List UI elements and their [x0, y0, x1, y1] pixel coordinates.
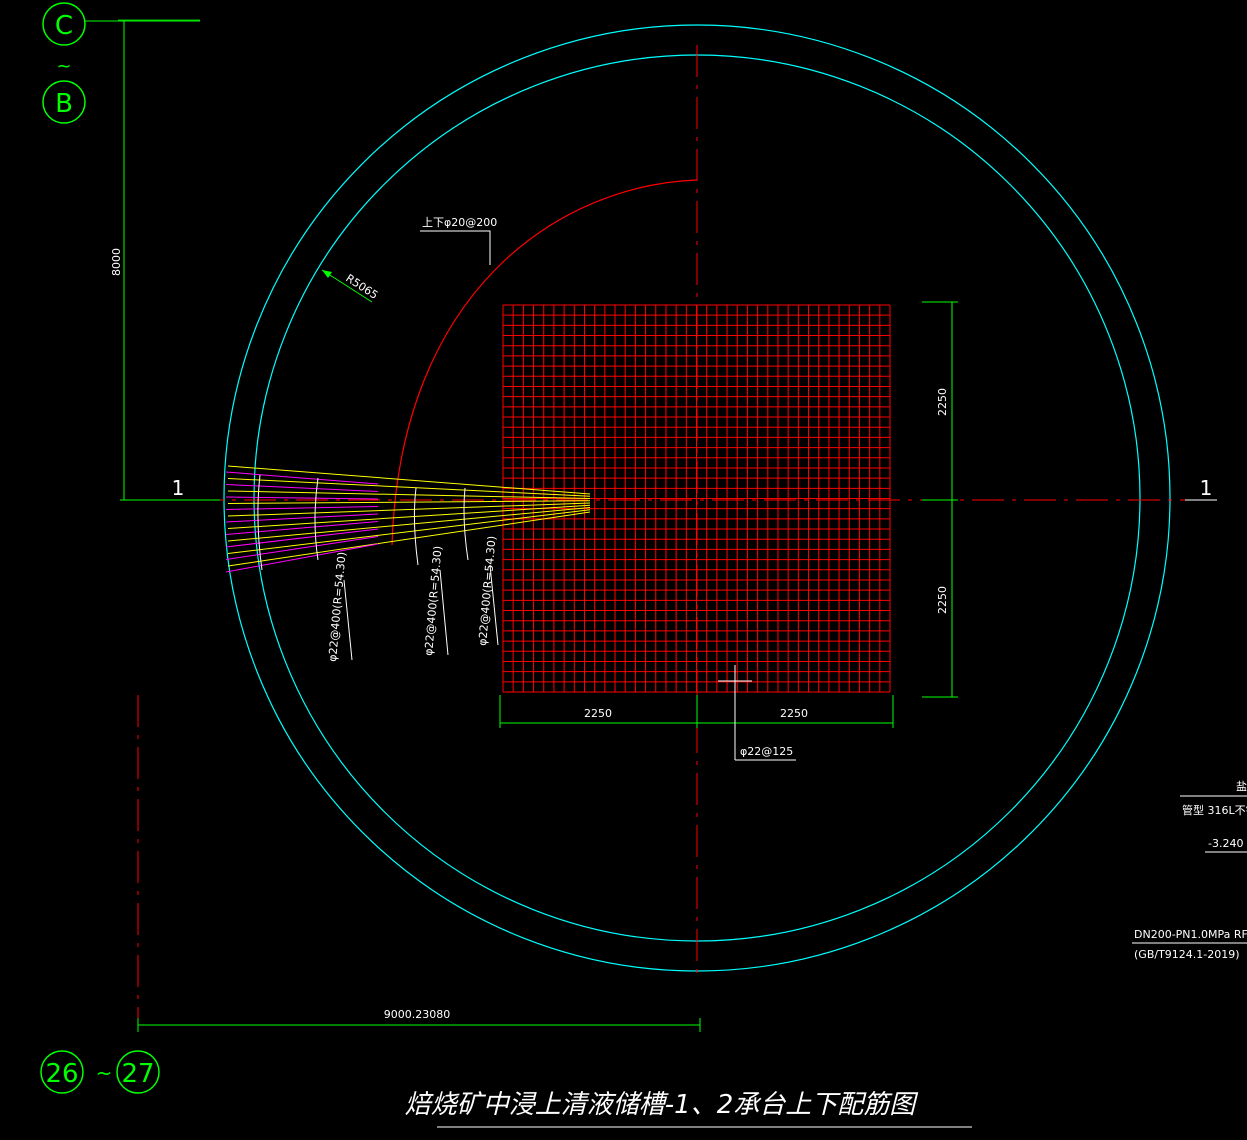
section-mark-right: 1 [1185, 476, 1217, 501]
axis-label-27: 27 [121, 1059, 154, 1089]
dim-label-right-upper: 2250 [936, 388, 949, 416]
axis-bubble-27: 27 [116, 1050, 160, 1094]
section-label-right: 1 [1200, 476, 1213, 500]
radial-label-3: φ22@400(R=54.30) [476, 535, 499, 646]
dim-label-bottom-main: 9000.23080 [384, 1008, 450, 1021]
radial-bar-short [225, 506, 379, 510]
radial-bar-long [227, 502, 591, 517]
radial-label-2: φ22@400(R=54.30) [422, 545, 445, 656]
radial-bar-short [225, 484, 379, 492]
rebar-mesh [502, 304, 891, 693]
axis-bubble-c: C [42, 2, 86, 46]
radial-label-1: φ22@400(R=54.30) [326, 551, 349, 662]
axis-label-26: 26 [45, 1059, 78, 1089]
radial-bar-long [227, 507, 591, 542]
side-notes: 盐酸 管型 316L不锈钢管 -3.240 DN200-PN1.0MPa RF(… [1132, 779, 1247, 961]
side-note-elevation: -3.240 [1208, 837, 1243, 850]
radius-leader: R5065 [321, 269, 380, 303]
dim-bottom-main: 9000.23080 [137, 1008, 701, 1032]
section-label-left: 1 [172, 476, 185, 500]
side-note-1: 盐酸 [1236, 779, 1247, 793]
axis-tilde: ~ [56, 56, 71, 77]
section-mark-left: 1 [120, 476, 220, 501]
dim-label-bottom-left: 2250 [584, 707, 612, 720]
dim-label-right-lower: 2250 [936, 586, 949, 614]
side-note-2: 管型 316L不锈钢管 [1182, 803, 1247, 817]
radial-bar-long [227, 509, 591, 554]
drawing-title-block: 焙烧矿中浸上清液储槽-1、2承台上下配筋图 [405, 1090, 972, 1128]
dim-label-8000: 8000 [110, 248, 123, 276]
radial-bar-long [227, 500, 591, 504]
dim-vertical-8000: 8000 [110, 19, 200, 500]
axis-bottom-tilde: ~ [96, 1061, 113, 1085]
dim-right-vertical: 2250 2250 [922, 301, 958, 698]
drawing-title: 焙烧矿中浸上清液储槽-1、2承台上下配筋图 [405, 1090, 919, 1120]
dim-label-bottom-right: 2250 [780, 707, 808, 720]
side-note-flange: DN200-PN1.0MPa RF(凸 [1134, 928, 1247, 941]
dim-bottom-mesh: 2250 2250 [499, 695, 894, 728]
side-note-standard: (GB/T9124.1-2019) [1134, 948, 1240, 961]
drawing-canvas: C ~ B 26 ~ 27 1 1 8000 上下φ20@200 R5065 φ… [40, 2, 1247, 1128]
radial-bar-short [225, 496, 379, 500]
top-rebar-leader: 上下φ20@200 [420, 216, 497, 265]
top-rebar-label: 上下φ20@200 [422, 216, 497, 229]
axis-label-c: C [55, 11, 73, 41]
mesh-rebar-label: φ22@125 [740, 745, 793, 758]
radial-bar-long [227, 465, 591, 495]
axis-bubble-b: B [42, 80, 86, 124]
axis-label-b: B [55, 89, 73, 119]
axis-bubble-26: 26 [40, 1050, 84, 1094]
